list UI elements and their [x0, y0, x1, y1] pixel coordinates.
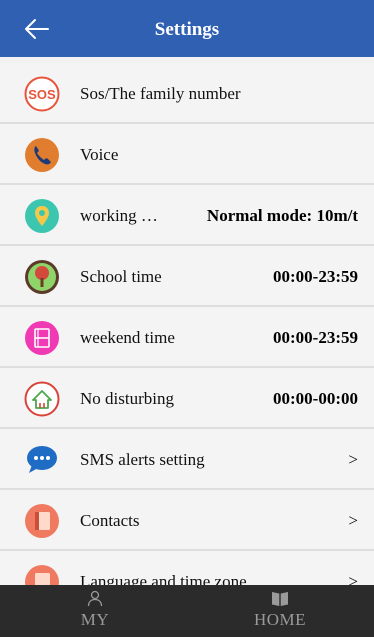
- settings-row-value: 00:00-00:00: [273, 389, 358, 408]
- language-icon: [25, 565, 59, 585]
- settings-row-label: No disturbing: [80, 389, 174, 408]
- tab-my[interactable]: MY: [35, 585, 155, 637]
- settings-row-label: Sos/The family number: [80, 84, 241, 103]
- settings-row-no-disturbing[interactable]: No disturbing 00:00-00:00: [0, 368, 374, 429]
- settings-row-label: Voice: [80, 145, 119, 164]
- contacts-book-icon: [25, 504, 59, 538]
- settings-row-weekend-time[interactable]: weekend time 00:00-23:59: [0, 307, 374, 368]
- settings-row-working-mode[interactable]: working … Normal mode: 10m/t: [0, 185, 374, 246]
- book-icon: [272, 592, 288, 606]
- phone-icon: [25, 138, 59, 172]
- settings-row-school-time[interactable]: School time 00:00-23:59: [0, 246, 374, 307]
- page-title: Settings: [154, 19, 220, 40]
- settings-row-value: 00:00-23:59: [273, 328, 358, 347]
- location-pin-icon: [25, 199, 59, 233]
- user-icon: [87, 590, 103, 607]
- settings-row-label: SMS alerts setting: [80, 450, 205, 469]
- tab-my-label: MY: [80, 610, 110, 629]
- settings-row-voice[interactable]: Voice: [0, 124, 374, 185]
- settings-row-label: weekend time: [80, 328, 175, 347]
- chevron-right-icon: >: [348, 511, 358, 530]
- school-icon: [25, 260, 59, 294]
- chat-bubble-icon: [27, 446, 57, 473]
- settings-row-label: Language and time zone: [80, 572, 247, 585]
- settings-row-value: Normal mode: 10m/t: [206, 206, 358, 225]
- calendar-icon: [25, 321, 59, 355]
- settings-row-label: working …: [80, 206, 158, 225]
- settings-row-label: Contacts: [80, 511, 140, 530]
- sos-icon-text: SOS: [28, 87, 56, 102]
- chevron-right-icon: >: [348, 450, 358, 469]
- settings-row-label: School time: [80, 267, 162, 286]
- chevron-right-icon: >: [348, 572, 358, 585]
- sos-icon: SOS: [24, 76, 60, 112]
- settings-row-value: 00:00-23:59: [273, 267, 358, 286]
- tab-home-label: HOME: [253, 610, 307, 629]
- settings-row-language-timezone[interactable]: Language and time zone >: [0, 551, 374, 585]
- settings-row-sms-alerts[interactable]: SMS alerts setting >: [0, 429, 374, 490]
- bottom-tab-bar: MY HOME: [0, 585, 374, 637]
- settings-row-sos[interactable]: SOS Sos/The family number: [0, 63, 374, 124]
- settings-row-contacts[interactable]: Contacts >: [0, 490, 374, 551]
- title-bar: Settings: [0, 0, 374, 57]
- house-icon: [24, 381, 60, 417]
- settings-list[interactable]: SOS Sos/The family number Voice working …: [0, 63, 374, 585]
- tab-home[interactable]: HOME: [220, 585, 340, 637]
